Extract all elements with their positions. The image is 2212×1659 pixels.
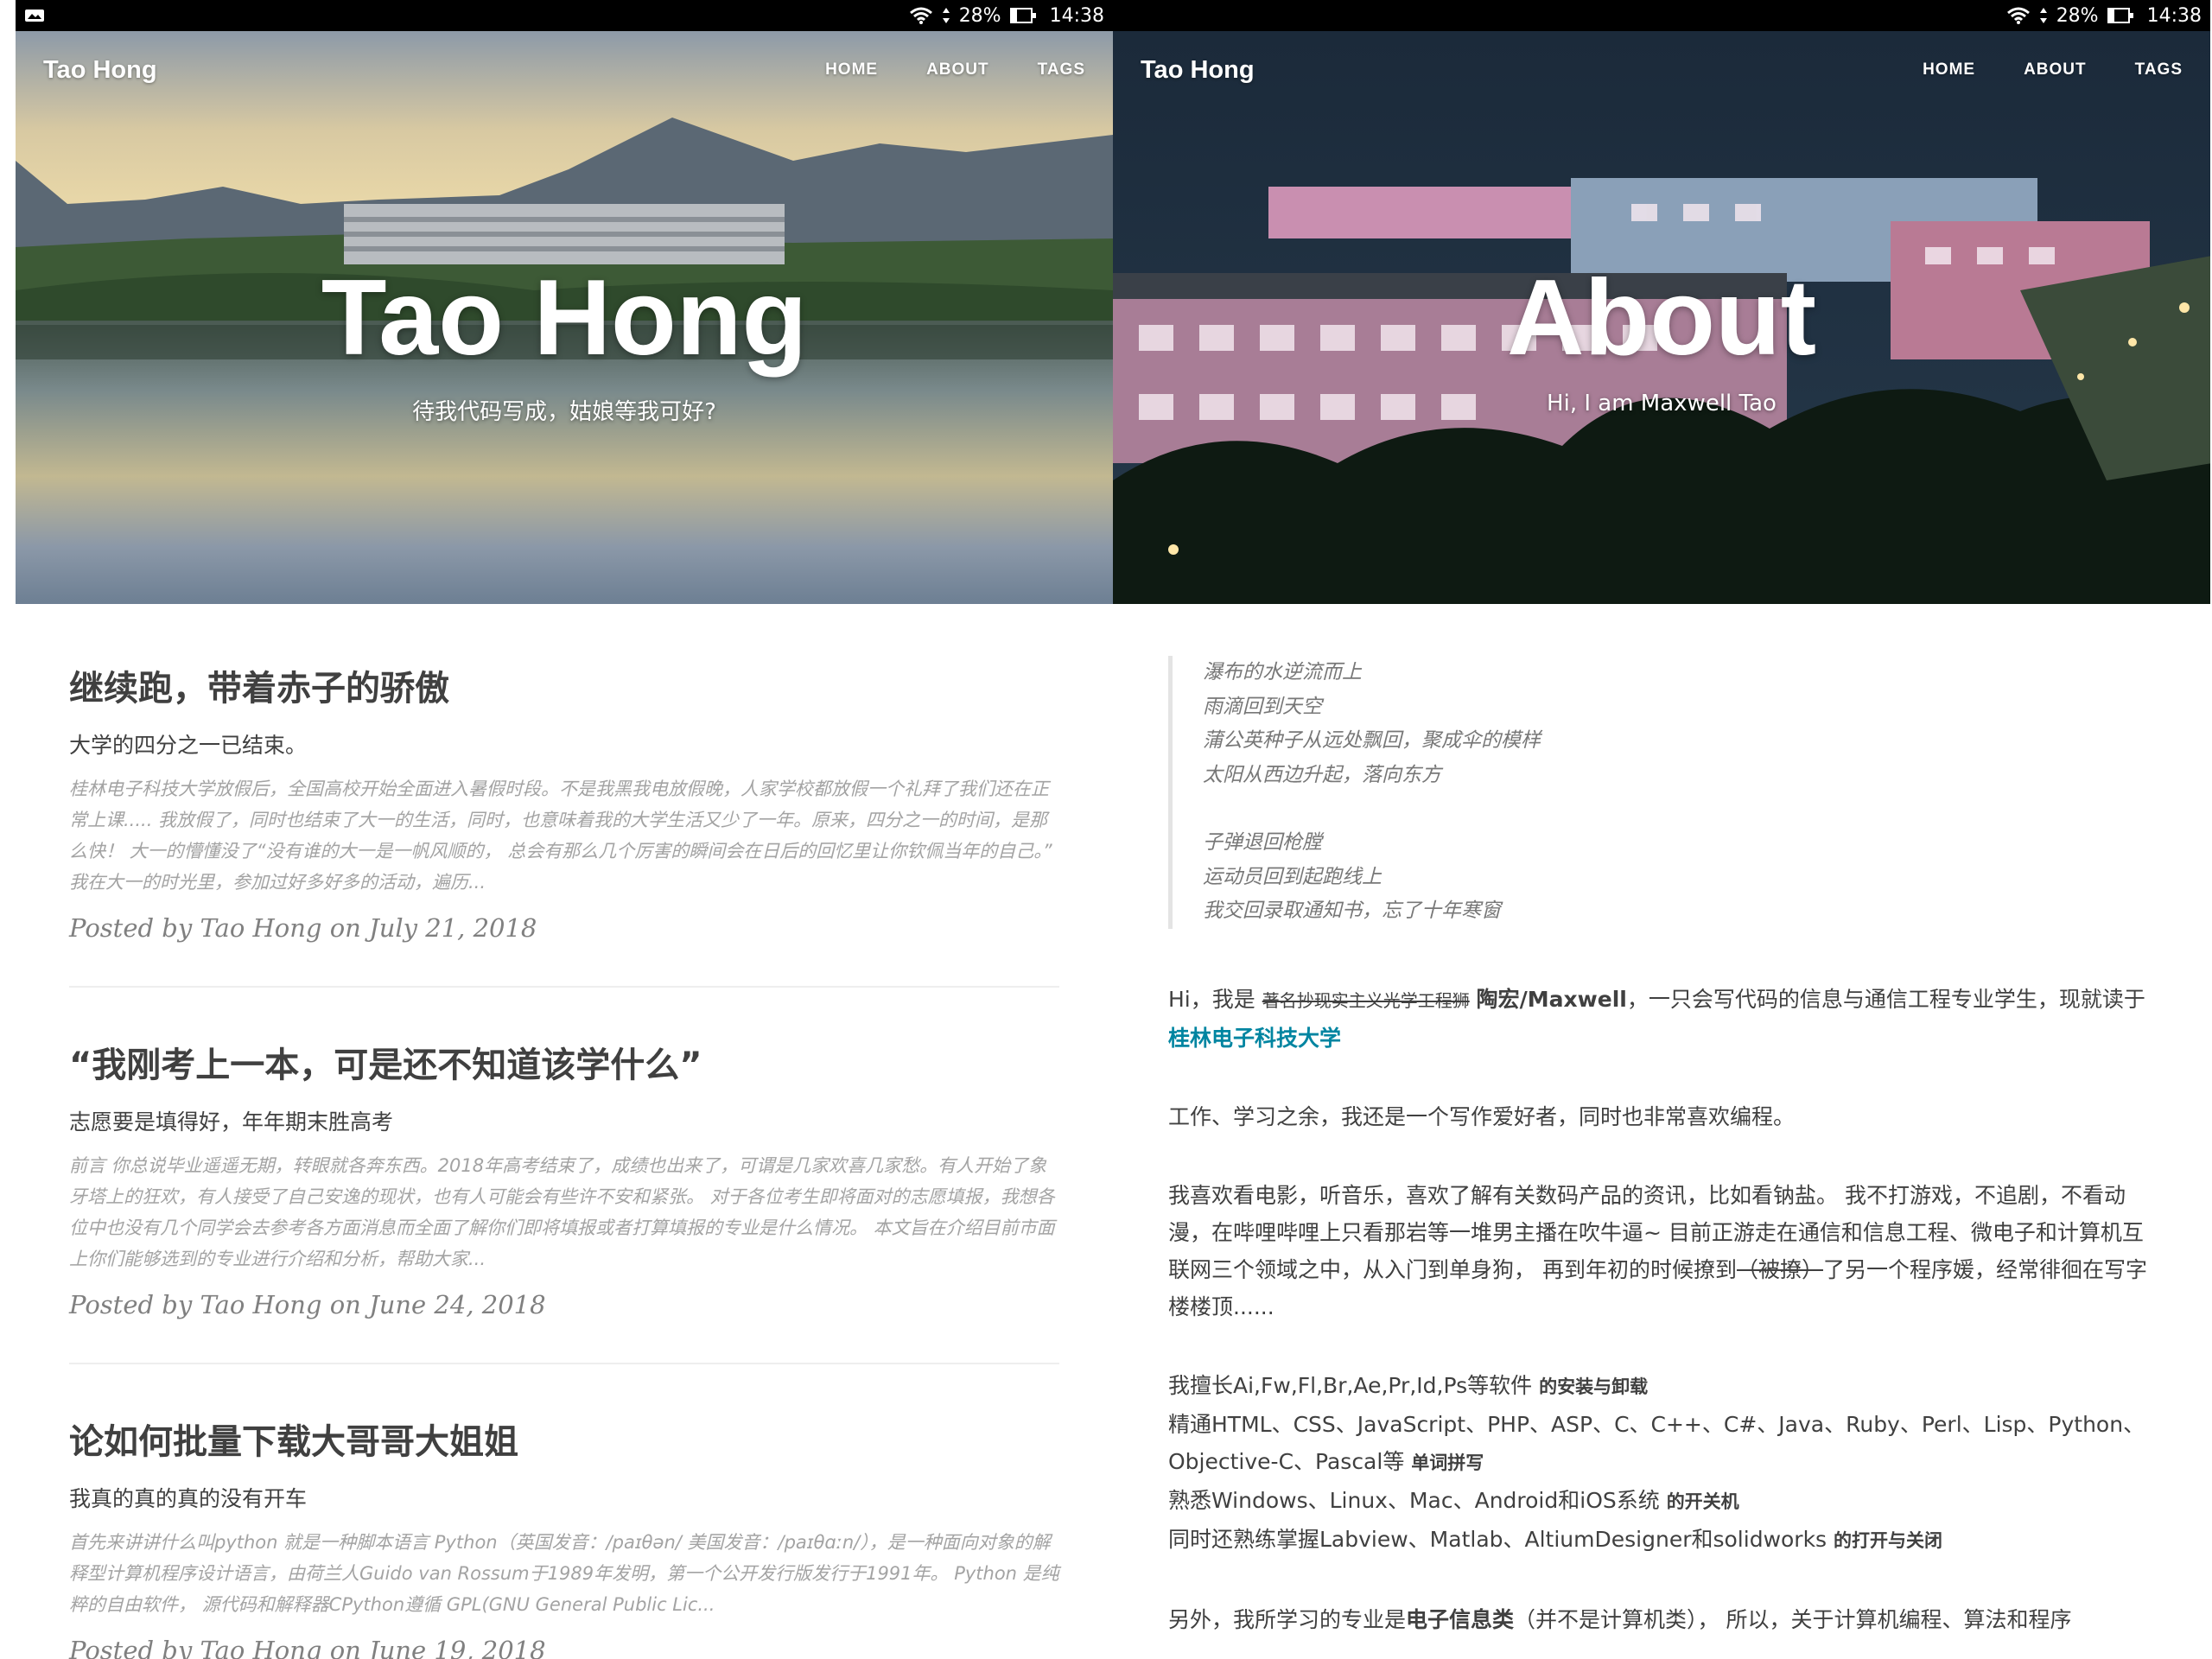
- author-name: 陶宏/Maxwell: [1476, 986, 1627, 1012]
- brand-link[interactable]: Tao Hong: [1141, 56, 1255, 85]
- interests-paragraph: 我喜欢看电影，听音乐，喜欢了解有关数码产品的资讯，比如看钠盐。 我不打游戏，不追…: [1168, 1182, 2147, 1319]
- nav-about[interactable]: ABOUT: [926, 60, 989, 79]
- about-content: 瀑布的水逆流而上 雨滴回到天空 蒲公英种子从远处飘回，聚成伞的模样 太阳从西边升…: [1113, 604, 2210, 1638]
- poem-line: 运动员回到起跑线上: [1203, 865, 1382, 888]
- poem-line: 子弹退回枪膛: [1203, 831, 1322, 854]
- battery-percent: 28%: [2056, 4, 2099, 27]
- hero-subtitle: Hi, I am Maxwell Tao: [1547, 391, 1777, 416]
- post-meta: Posted by Tao Hong on June 24, 2018: [69, 1290, 546, 1319]
- poem-blockquote: 瀑布的水逆流而上 雨滴回到天空 蒲公英种子从远处飘回，聚成伞的模样 太阳从西边升…: [1168, 656, 2153, 929]
- nav-menu: HOME ABOUT TAGS: [777, 60, 1085, 79]
- left-screen: 28% 14:38 Tao Hong HOME ABOUT TAGS Tao H…: [16, 0, 1113, 1659]
- post-list: 继续跑，带着赤子的骄傲 大学的四分之一已结束。 桂林电子科技大学放假后，全国高校…: [16, 604, 1113, 1659]
- wifi-icon: [2006, 6, 2031, 25]
- poem-line: 雨滴回到天空: [1203, 695, 1322, 718]
- skills-paragraph: 我擅长Ai,Fw,Fl,Br,Ae,Pr,Id,Ps等软件 的安装与卸载 精通H…: [1168, 1372, 2145, 1552]
- poem-line: 蒲公英种子从远处飘回，聚成伞的模样: [1203, 729, 1541, 752]
- notification-icon: [24, 8, 45, 23]
- post-excerpt: 首先来讲讲什么叫python 就是一种脚本语言 Python（英国发音：/paɪ…: [69, 1532, 1059, 1615]
- hero-header: Tao Hong HOME ABOUT TAGS About Hi, I am …: [1113, 31, 2210, 604]
- nav-menu: HOME ABOUT TAGS: [1874, 60, 2183, 79]
- status-bar: 28% 14:38: [1113, 0, 2210, 31]
- post-preview[interactable]: 论如何批量下载大哥哥大姐姐 我真的真的真的没有开车 首先来讲讲什么叫python…: [69, 1364, 1059, 1659]
- data-arrows-icon: [2039, 7, 2048, 24]
- hero-title: About: [1506, 258, 1817, 378]
- post-subtitle: 我真的真的真的没有开车: [69, 1486, 308, 1511]
- poem-line: 太阳从西边升起，落向东方: [1203, 763, 1441, 786]
- battery-icon: [2107, 8, 2133, 23]
- hero-title: Tao Hong: [321, 258, 808, 378]
- clock: 14:38: [1049, 4, 1104, 27]
- school-link[interactable]: 桂林电子科技大学: [1168, 1026, 1341, 1051]
- post-preview[interactable]: 继续跑，带着赤子的骄傲 大学的四分之一已结束。 桂林电子科技大学放假后，全国高校…: [69, 604, 1059, 988]
- post-excerpt: 桂林电子科技大学放假后，全国高校开始全面进入暑假时段。不是我黑我电放假晚，人家学…: [69, 779, 1052, 893]
- navbar: Tao Hong HOME ABOUT TAGS: [16, 31, 1113, 109]
- intro-paragraph: Hi，我是 著名抄现实主义光学工程狮 陶宏/Maxwell，一只会写代码的信息与…: [1168, 986, 2145, 1051]
- nav-about[interactable]: ABOUT: [2024, 60, 2087, 79]
- major-paragraph: 另外，我所学习的专业是电子信息类（并不是计算机类）， 所以，关于计算机编程、算法…: [1168, 1606, 2072, 1632]
- hobby-paragraph: 工作、学习之余，我还是一个写作爱好者，同时也非常喜欢编程。: [1168, 1103, 1796, 1129]
- navbar: Tao Hong HOME ABOUT TAGS: [1113, 31, 2210, 109]
- data-arrows-icon: [942, 7, 950, 24]
- struck-title: 著名抄现实主义光学工程狮: [1262, 989, 1470, 1011]
- poem-line: 瀑布的水逆流而上: [1203, 661, 1362, 683]
- post-meta: Posted by Tao Hong on July 21, 2018: [69, 913, 537, 943]
- nav-tags[interactable]: TAGS: [2135, 60, 2183, 79]
- post-excerpt: 前言 你总说毕业遥遥无期，转眼就各奔东西。2018年高考结束了，成绩也出来了，可…: [69, 1155, 1055, 1269]
- post-subtitle: 大学的四分之一已结束。: [69, 733, 308, 758]
- nav-home[interactable]: HOME: [825, 60, 878, 79]
- right-screen: 28% 14:38 Tao Hong HOME ABOUT TAGS About…: [1113, 0, 2210, 1659]
- post-preview[interactable]: “我刚考上一本，可是还不知道该学什么” 志愿要是填得好，年年期末胜高考 前言 你…: [69, 988, 1059, 1364]
- hero-header: Tao Hong HOME ABOUT TAGS Tao Hong 待我代码写成…: [16, 31, 1113, 604]
- struck-text: （被撩）: [1736, 1256, 1823, 1282]
- post-title[interactable]: “我刚考上一本，可是还不知道该学什么”: [69, 1045, 1059, 1086]
- wifi-icon: [909, 6, 933, 25]
- hero-subtitle: 待我代码写成，姑娘等我可好?: [412, 399, 716, 425]
- battery-percent: 28%: [958, 4, 1001, 27]
- hero-heading-block: Tao Hong 待我代码写成，姑娘等我可好?: [16, 264, 1113, 426]
- status-bar: 28% 14:38: [16, 0, 1113, 31]
- post-meta: Posted by Tao Hong on June 19, 2018: [69, 1636, 546, 1659]
- poem-line: 我交回录取通知书，忘了十年寒窗: [1203, 899, 1501, 922]
- hero-heading-block: About Hi, I am Maxwell Tao: [1113, 264, 2210, 416]
- post-title[interactable]: 继续跑，带着赤子的骄傲: [69, 668, 1059, 709]
- nav-home[interactable]: HOME: [1923, 60, 1975, 79]
- post-subtitle: 志愿要是填得好，年年期末胜高考: [69, 1109, 394, 1135]
- battery-icon: [1009, 8, 1036, 23]
- brand-link[interactable]: Tao Hong: [43, 56, 157, 85]
- post-title[interactable]: 论如何批量下载大哥哥大姐姐: [69, 1421, 1059, 1463]
- nav-tags[interactable]: TAGS: [1038, 60, 1085, 79]
- clock: 14:38: [2146, 4, 2202, 27]
